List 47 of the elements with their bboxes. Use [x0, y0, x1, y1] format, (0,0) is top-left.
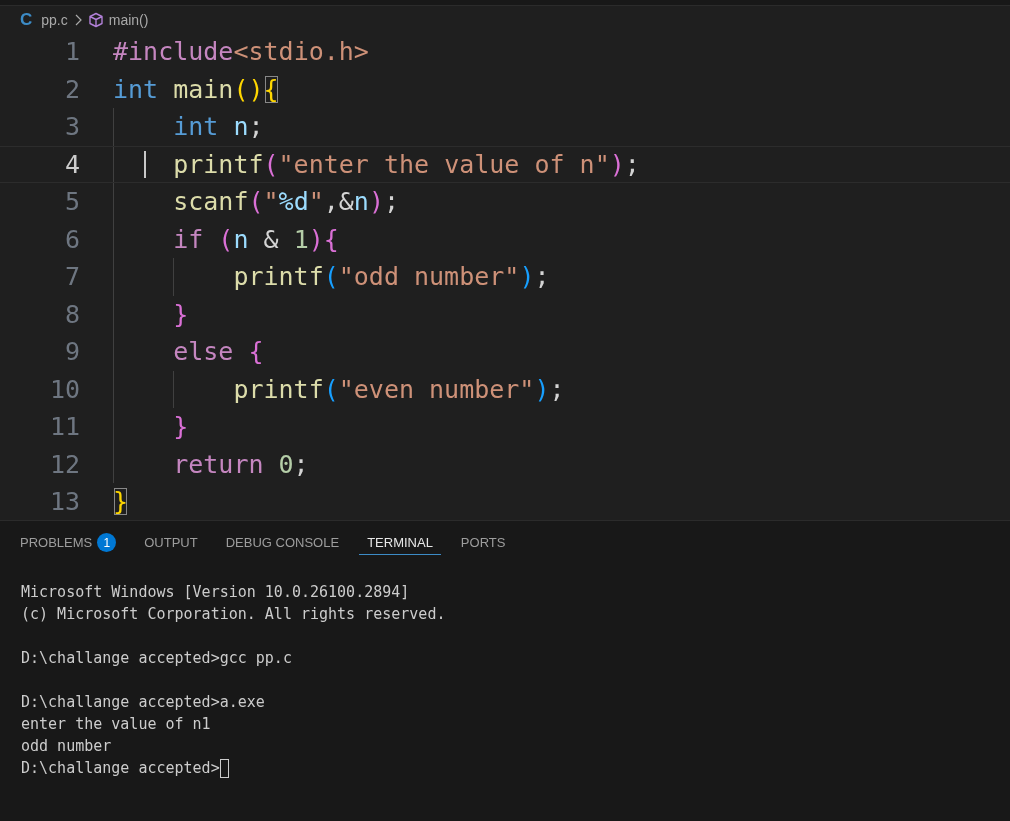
terminal-line: (c) Microsoft Corporation. All rights reserved. [21, 604, 446, 625]
code-line: int main(){ [113, 73, 279, 106]
terminal-line: odd number [21, 736, 112, 757]
count-badge: 1 [97, 533, 117, 552]
code-line: printf("even number"); [233, 373, 565, 406]
breadcrumb-symbol[interactable]: main() [108, 11, 149, 28]
terminal-line: D:\challange accepted> [21, 758, 220, 779]
panel-tab[interactable]: OUTPUT [136, 531, 206, 554]
panel-tab[interactable]: DEBUG CONSOLE [217, 531, 348, 554]
code-line: scanf("%d",&n); [173, 186, 400, 218]
code-line: printf("odd number"); [233, 261, 550, 293]
code-line: else { [173, 336, 264, 368]
line-number: 4 [63, 148, 80, 181]
line-number: 10 [48, 373, 80, 406]
terminal-line: D:\challange accepted>gcc pp.c [21, 648, 292, 669]
code-line: if (n & 1){ [173, 223, 339, 256]
panel-tab[interactable]: TERMINAL [359, 530, 441, 555]
line-number: 2 [63, 73, 80, 106]
code-line: #include<stdio.h> [113, 36, 369, 68]
terminal-line: D:\challange accepted>a.exe [21, 692, 265, 713]
line-number: 12 [48, 448, 80, 481]
code-line: int n; [173, 111, 264, 143]
cube-icon [87, 11, 104, 28]
line-number: 3 [63, 111, 80, 143]
code-line: printf("enter the value of n"); [173, 148, 640, 181]
code-line: return 0; [173, 448, 309, 481]
code-line: } [173, 298, 189, 331]
line-number: 13 [48, 486, 80, 518]
line-number: 6 [63, 223, 80, 256]
line-number: 11 [48, 411, 80, 443]
text-cursor [144, 150, 146, 178]
indent-guide [173, 258, 175, 296]
line-number: 7 [63, 261, 80, 293]
panel-tab[interactable]: PROBLEMS 1 [12, 529, 125, 556]
breadcrumb-file[interactable]: pp.c [41, 11, 68, 28]
code-line: } [173, 411, 189, 443]
panel-tab[interactable]: PORTS [452, 531, 514, 554]
line-number: 9 [63, 336, 80, 368]
code-line: } [113, 486, 129, 518]
chevron-right-icon [73, 13, 82, 26]
terminal-line: Microsoft Windows [Version 10.0.26100.2894] [21, 582, 410, 603]
terminal-line: enter the value of n1 [21, 714, 211, 735]
line-number: 8 [63, 298, 80, 331]
c-file-icon: C [20, 9, 33, 30]
line-number: 5 [63, 186, 80, 218]
indent-guide [173, 370, 175, 408]
line-number: 1 [63, 36, 80, 68]
